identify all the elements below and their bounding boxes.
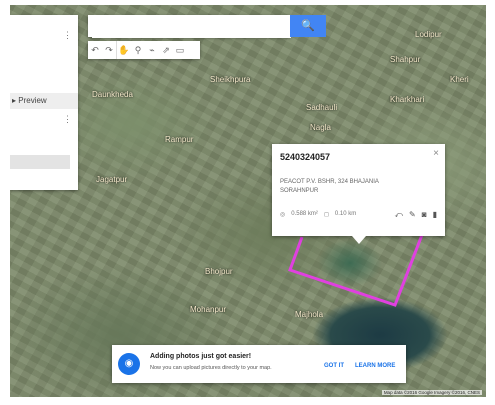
area-icon: ◻ [323,212,329,218]
learn-more-button[interactable]: LEARN MORE [355,363,395,369]
left-panel: ⋮ ▸ Preview ⋮ [10,15,78,190]
banner-heading: Adding photos just got easier! [150,353,252,360]
perimeter-icon: ◎ [280,212,286,218]
preview-label: Preview [18,96,47,105]
redo-icon[interactable]: ↷ [102,41,116,59]
hand-icon[interactable]: ✋ [116,41,131,59]
area-value: 0.10 km [334,211,357,217]
banner-subtext: Now you can upload pictures directly to … [150,365,272,371]
address-line-1: PEACOT P.V. BSHR, 324 BHAJANIA [280,179,379,185]
line-icon[interactable]: ⌁ [145,41,159,59]
preview-row[interactable]: ▸ Preview [10,93,78,109]
perimeter-value: 0.588 km² [291,211,318,217]
search-input[interactable] [92,16,291,38]
close-icon[interactable]: × [433,148,439,159]
got-it-button[interactable]: GOT IT [324,363,344,369]
marker-icon[interactable]: ⚲ [131,41,145,59]
ruler-icon[interactable]: ▭ [173,41,187,59]
more-options-icon[interactable]: ⋮ [63,31,72,40]
search-box [88,15,291,38]
edit-icon[interactable]: ✎ [409,210,416,220]
feature-info-card: 5240324057 × PEACOT P.V. BSHR, 324 BHAJA… [272,144,445,244]
feature-actions: ⤺ ✎ ◙ ▮ [394,210,437,220]
map-attribution: Map data ©2016 Google Imagery ©2016, CNE… [381,390,482,395]
camera-icon: ◉ [118,353,140,375]
feature-measurements: ◎ 0.588 km² ◻ 0.10 km [280,211,356,218]
map-canvas[interactable]: Daunkheda Sheikhpura Nagla Jagatpur Ramp… [10,5,486,397]
search-icon: 🔍 [301,20,315,32]
undo-icon[interactable]: ↶ [88,41,102,59]
feature-address: PEACOT P.V. BSHR, 324 BHAJANIA SORAHNPUR [280,178,420,196]
address-line-2: SORAHNPUR [280,188,319,194]
feature-title: 5240324057 [280,152,331,162]
route-icon[interactable]: ⇗ [159,41,173,59]
camera-icon[interactable]: ◙ [422,210,427,220]
layer-item[interactable] [10,155,70,169]
search-button[interactable]: 🔍 [290,15,326,37]
layer-options-icon[interactable]: ⋮ [63,115,72,124]
delete-icon[interactable]: ▮ [433,210,437,220]
photos-banner: ◉ Adding photos just got easier! Now you… [112,345,406,383]
style-icon[interactable]: ⤺ [394,210,403,220]
map-toolbar: ↶ ↷ ✋ ⚲ ⌁ ⇗ ▭ [88,41,200,59]
